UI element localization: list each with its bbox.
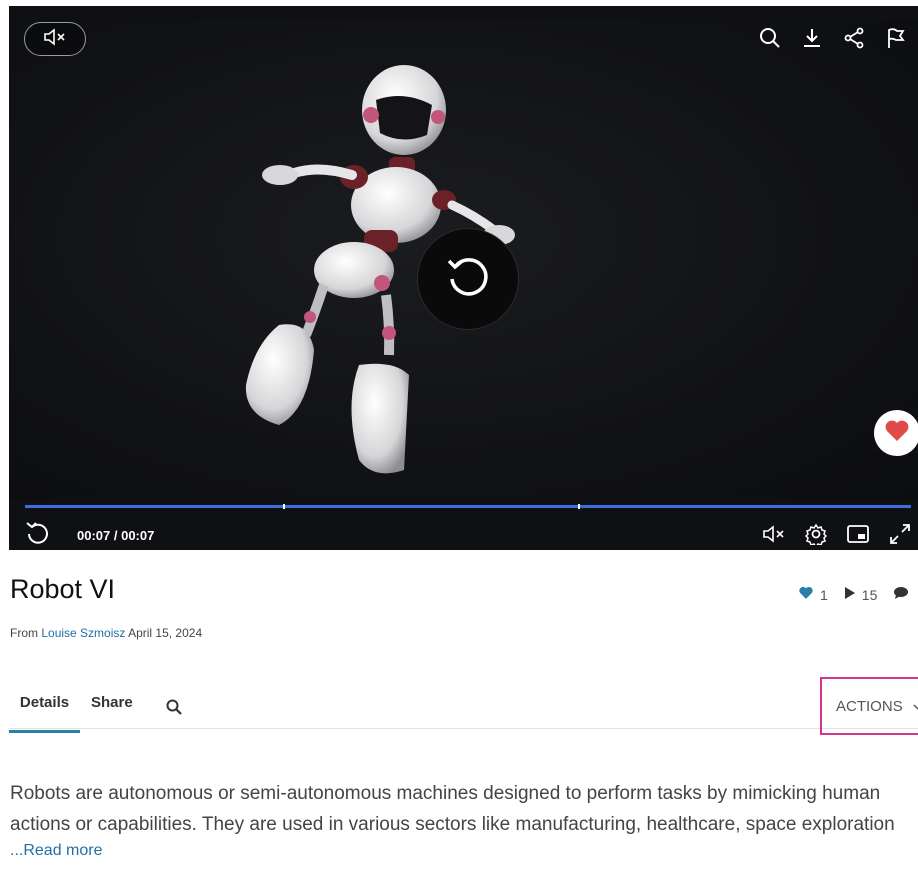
actions-button[interactable]: ACTIONS [820,677,918,735]
replay-button[interactable] [417,228,519,330]
plays-icon [844,586,856,603]
author-link[interactable]: Louise Szmoisz [41,626,125,640]
picture-in-picture-icon[interactable] [844,520,872,548]
mute-toggle-button[interactable] [24,22,86,56]
volume-muted-icon[interactable] [760,520,788,548]
like-button[interactable] [874,410,918,456]
chapter-marker [283,504,285,509]
muted-icon [42,27,68,51]
likes-count: 1 [820,586,828,603]
search-icon[interactable] [166,699,182,720]
heart-icon [884,419,910,448]
replay-small-icon[interactable] [25,520,51,550]
comments-icon [893,586,909,603]
tab-share-label: Share [91,694,133,711]
chevron-down-icon [913,698,918,715]
settings-icon[interactable] [802,520,830,548]
actions-label: ACTIONS [836,697,903,715]
likes-heart-icon [798,586,814,603]
video-player[interactable]: 00:07 / 00:07 [9,6,918,550]
flag-icon[interactable] [882,24,910,52]
download-icon[interactable] [798,24,826,52]
byline-prefix: From [10,626,38,640]
tab-details[interactable]: Details [9,690,80,733]
byline: From Louise Szmoisz April 15, 2024 [10,626,202,640]
chapter-marker [578,504,580,509]
read-more-link[interactable]: ...Read more [10,842,102,860]
plays-count: 15 [861,586,878,603]
tab-share[interactable]: Share [91,690,133,730]
description-text: Robots are autonomous or semi-autonomous… [10,783,895,835]
tab-bar: Details Share [9,690,918,733]
progress-bar[interactable] [25,504,911,509]
media-stats: 1 15 [798,586,909,603]
control-bar: 00:07 / 00:07 [9,514,918,550]
tab-details-label: Details [19,694,70,711]
publish-date: April 15, 2024 [128,626,203,640]
media-title: Robot VI [10,574,116,604]
replay-icon [443,252,493,307]
search-icon[interactable] [756,24,784,52]
time-display: 00:07 / 00:07 [77,528,155,543]
share-icon[interactable] [840,24,868,52]
fullscreen-icon[interactable] [886,520,914,548]
